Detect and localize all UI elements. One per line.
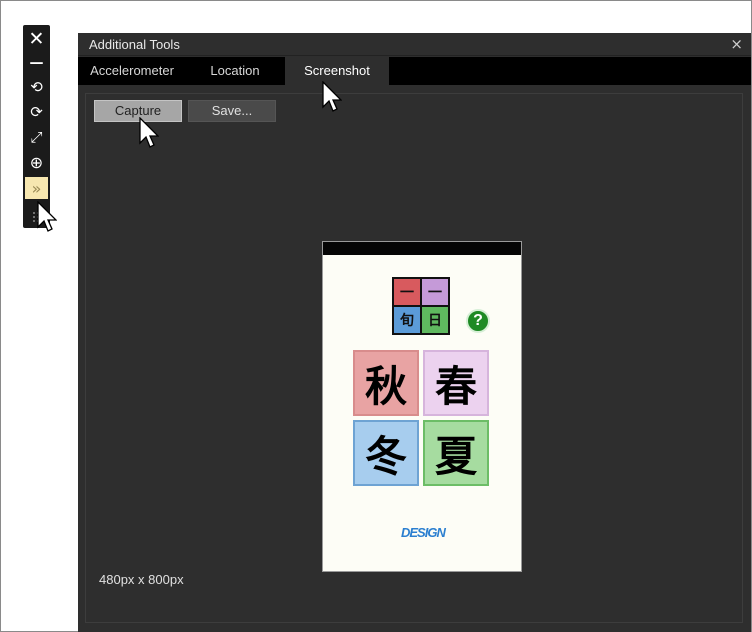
season-tile-winter: 冬 xyxy=(353,420,419,486)
season-tile-summer: 夏 xyxy=(423,420,489,486)
help-icon: ? xyxy=(466,309,490,333)
window-titlebar[interactable]: Additional Tools × xyxy=(78,33,751,56)
logo-cell: 日 xyxy=(422,307,448,333)
design-logo: DESIGN xyxy=(401,525,446,540)
window-title: Additional Tools xyxy=(89,37,180,52)
screenshot-preview: 一 一 旬 日 ? 秋 春 冬 夏 DESIGN xyxy=(322,241,522,572)
emulator-toolbar: ✕ — ⟲ ⟳ ⤢ ⊕ » xyxy=(23,25,50,228)
logo-cell: 旬 xyxy=(394,307,420,333)
mouse-cursor-icon xyxy=(322,81,342,112)
screenshot-size-label: 480px x 800px xyxy=(99,572,184,587)
tab-bar: Accelerometer Location Screenshot xyxy=(78,57,751,85)
save-button[interactable]: Save... xyxy=(188,100,276,122)
tab-accelerometer[interactable]: Accelerometer xyxy=(78,57,186,85)
mouse-cursor-icon xyxy=(139,117,159,148)
screenshot-panel: Capture Save... 一 一 旬 日 ? 秋 春 冬 夏 DESIGN… xyxy=(85,93,743,623)
app-logo: 一 一 旬 日 xyxy=(392,277,450,335)
window-close-icon[interactable]: × xyxy=(730,35,743,53)
rotate-left-icon[interactable]: ⟲ xyxy=(25,76,48,98)
close-icon[interactable]: ✕ xyxy=(25,28,48,50)
season-tile-spring: 春 xyxy=(423,350,489,416)
capture-button[interactable]: Capture xyxy=(94,100,182,122)
logo-cell: 一 xyxy=(394,279,420,305)
tab-location[interactable]: Location xyxy=(193,57,277,85)
season-tile-autumn: 秋 xyxy=(353,350,419,416)
phone-status-bar xyxy=(323,242,521,255)
fit-screen-icon[interactable]: ⤢ xyxy=(25,126,48,148)
tools-icon[interactable]: » xyxy=(25,177,48,199)
rotate-right-icon[interactable]: ⟳ xyxy=(25,101,48,123)
logo-cell: 一 xyxy=(422,279,448,305)
minimize-icon[interactable]: — xyxy=(25,52,48,74)
mouse-cursor-icon xyxy=(37,201,57,232)
zoom-icon[interactable]: ⊕ xyxy=(25,151,48,173)
additional-tools-window: Additional Tools × Accelerometer Locatio… xyxy=(78,33,751,632)
